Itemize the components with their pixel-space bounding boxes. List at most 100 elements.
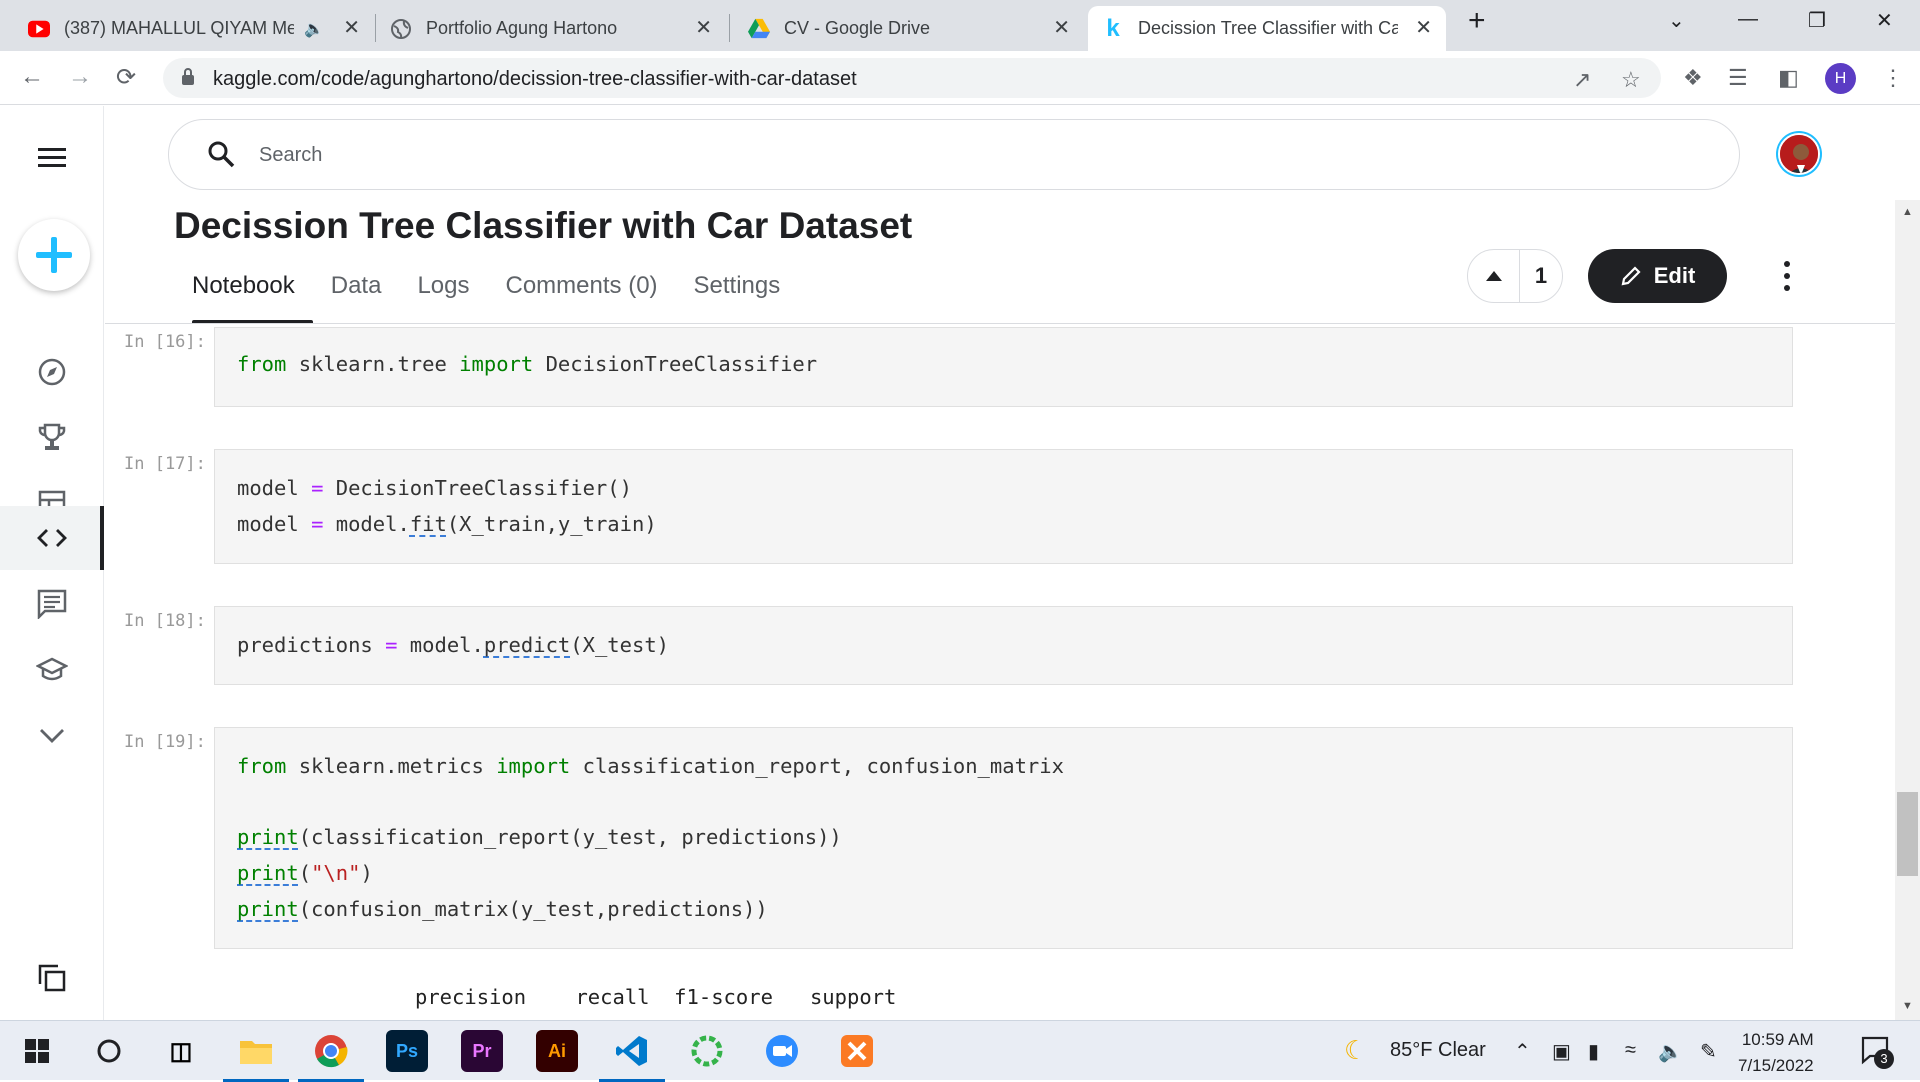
url-text: kaggle.com/code/agunghartono/decission-t… [213,68,857,90]
search-icon[interactable] [88,1030,130,1072]
copy-icon[interactable] [0,946,104,1010]
tab-comments[interactable]: Comments (0) [488,268,676,324]
upvote-button[interactable] [1468,250,1520,302]
task-view-icon[interactable]: ◫ [160,1030,202,1072]
tab-title: Portfolio Agung Hartono [426,18,618,38]
kaggle-search-bar[interactable] [168,119,1740,190]
browser-tab-google-drive[interactable]: CV - Google Drive ✕ [734,6,1084,51]
reload-icon[interactable]: ⟳ [116,63,136,92]
browser-tab-youtube[interactable]: (387) MAHALLUL QIYAM Me 🔈 ✕ [14,6,374,51]
search-icon [207,140,235,173]
notebook-tabs: Notebook Data Logs Comments (0) Settings [174,268,798,324]
close-tab-icon[interactable]: ✕ [1053,18,1070,38]
photoshop-icon[interactable]: Ps [386,1030,428,1072]
vscode-icon[interactable] [599,1030,665,1082]
weather-moon-icon[interactable]: ☾ [1344,1035,1367,1066]
meet-icon[interactable]: ▣ [1552,1039,1571,1064]
page-scrollbar[interactable]: ▲ ▼ [1895,200,1920,1020]
code-line: model = DecisionTreeClassifier() [237,476,632,500]
back-icon[interactable]: ← [20,63,44,91]
browser-menu-icon[interactable]: ⋮ [1882,65,1904,91]
premiere-icon[interactable]: Pr [461,1030,503,1072]
code-cell[interactable]: from sklearn.tree import DecisionTreeCla… [214,327,1793,407]
browser-tab-kaggle-active[interactable]: k Decission Tree Classifier with Car ✕ [1088,6,1446,51]
volume-icon[interactable]: 🔈 [1658,1039,1683,1064]
new-tab-button[interactable]: + [1468,4,1486,38]
code-line: print(classification_report(y_test, pred… [237,825,842,849]
school-icon[interactable] [0,638,104,702]
tabs-divider [105,323,1895,324]
tab-data[interactable]: Data [313,268,400,324]
user-avatar[interactable] [1778,133,1820,175]
side-panel-icon[interactable]: ◧ [1778,65,1799,91]
search-input[interactable] [259,138,1659,172]
youtube-icon [28,18,50,40]
code-line: predictions = model.predict(X_test) [237,633,670,657]
kaggle-icon: k [1106,14,1120,42]
lock-icon[interactable] [181,68,195,91]
clock-time: 10:59 AM [1741,1030,1814,1049]
create-button[interactable] [18,219,90,291]
edit-label: Edit [1653,263,1696,288]
code-line: from sklearn.tree import DecisionTreeCla… [237,352,818,376]
code-line: model = model.fit(X_train,y_train) [237,512,657,536]
vote-count: 1 [1534,263,1548,288]
illustrator-icon[interactable]: Ai [536,1030,578,1072]
bookmark-star-icon[interactable]: ☆ [1621,67,1641,93]
minimize-icon[interactable]: — [1738,8,1758,31]
audio-playing-icon[interactable]: 🔈 [304,19,324,39]
notification-count: 3 [1874,1049,1894,1069]
weather-text[interactable]: 85°F Clear [1390,1039,1486,1062]
zoom-icon[interactable] [761,1030,803,1072]
scroll-down-icon[interactable]: ▼ [1902,1000,1913,1012]
tab-title: CV - Google Drive [784,18,931,38]
browser-profile-avatar[interactable]: H [1825,63,1856,94]
xampp-icon[interactable] [836,1030,878,1072]
file-explorer-icon[interactable] [223,1030,289,1082]
restore-icon[interactable]: ❐ [1808,8,1826,33]
close-tab-icon[interactable]: ✕ [1415,18,1432,38]
windows-start-icon[interactable] [16,1030,58,1072]
browser-tab-portfolio[interactable]: Portfolio Agung Hartono ✕ [376,6,726,51]
cell-prompt: In [16]: [124,332,206,352]
share-icon[interactable]: ↗ [1573,67,1591,93]
close-tab-icon[interactable]: ✕ [343,18,360,38]
extensions-icon[interactable]: ❖ [1683,65,1703,91]
code-cell[interactable]: from sklearn.metrics import classificati… [214,727,1793,949]
battery-icon[interactable]: ▮ [1588,1039,1599,1064]
tab-logs[interactable]: Logs [399,268,487,324]
code-cell[interactable]: model = DecisionTreeClassifier() model =… [214,449,1793,564]
tab-search-icon[interactable]: ⌄ [1668,8,1685,33]
compass-icon[interactable] [0,340,104,404]
show-hidden-icons-icon[interactable]: ⌃ [1514,1039,1531,1064]
notebook-title: Decission Tree Classifier with Car Datas… [174,205,913,246]
chevron-down-icon[interactable] [0,704,104,768]
code-icon[interactable] [0,506,104,570]
system-clock[interactable]: 10:59 AM 7/15/2022 [1738,1027,1814,1079]
comments-icon[interactable] [0,572,104,636]
tab-notebook[interactable]: Notebook [174,268,313,324]
close-tab-icon[interactable]: ✕ [695,18,712,38]
trophy-icon[interactable] [0,406,104,470]
code-line: print(confusion_matrix(y_test,prediction… [237,897,768,921]
more-options-icon[interactable] [1775,258,1799,294]
media-control-icon[interactable]: ☰ [1728,65,1748,91]
pen-icon[interactable]: ✎ [1700,1039,1717,1064]
cell-output-header: precision recall f1-score support [415,985,897,1009]
chrome-icon[interactable] [298,1030,364,1082]
hamburger-menu-icon[interactable] [0,126,104,190]
code-line: print("\n") [237,861,373,885]
tab-settings[interactable]: Settings [676,268,799,324]
upvote-widget: 1 [1467,249,1563,303]
notifications-icon[interactable]: 3 [1860,1035,1894,1070]
app-ring-icon[interactable] [686,1030,728,1072]
close-window-icon[interactable]: ✕ [1876,8,1893,33]
scrollbar-thumb[interactable] [1897,792,1918,876]
wifi-icon[interactable]: ≈ [1625,1039,1636,1062]
forward-icon[interactable]: → [68,63,92,91]
scroll-up-icon[interactable]: ▲ [1902,206,1913,218]
globe-icon [390,18,412,40]
edit-button[interactable]: Edit [1588,249,1727,303]
code-cell[interactable]: predictions = model.predict(X_test) [214,606,1793,685]
address-bar[interactable]: kaggle.com/code/agunghartono/decission-t… [163,58,1661,98]
